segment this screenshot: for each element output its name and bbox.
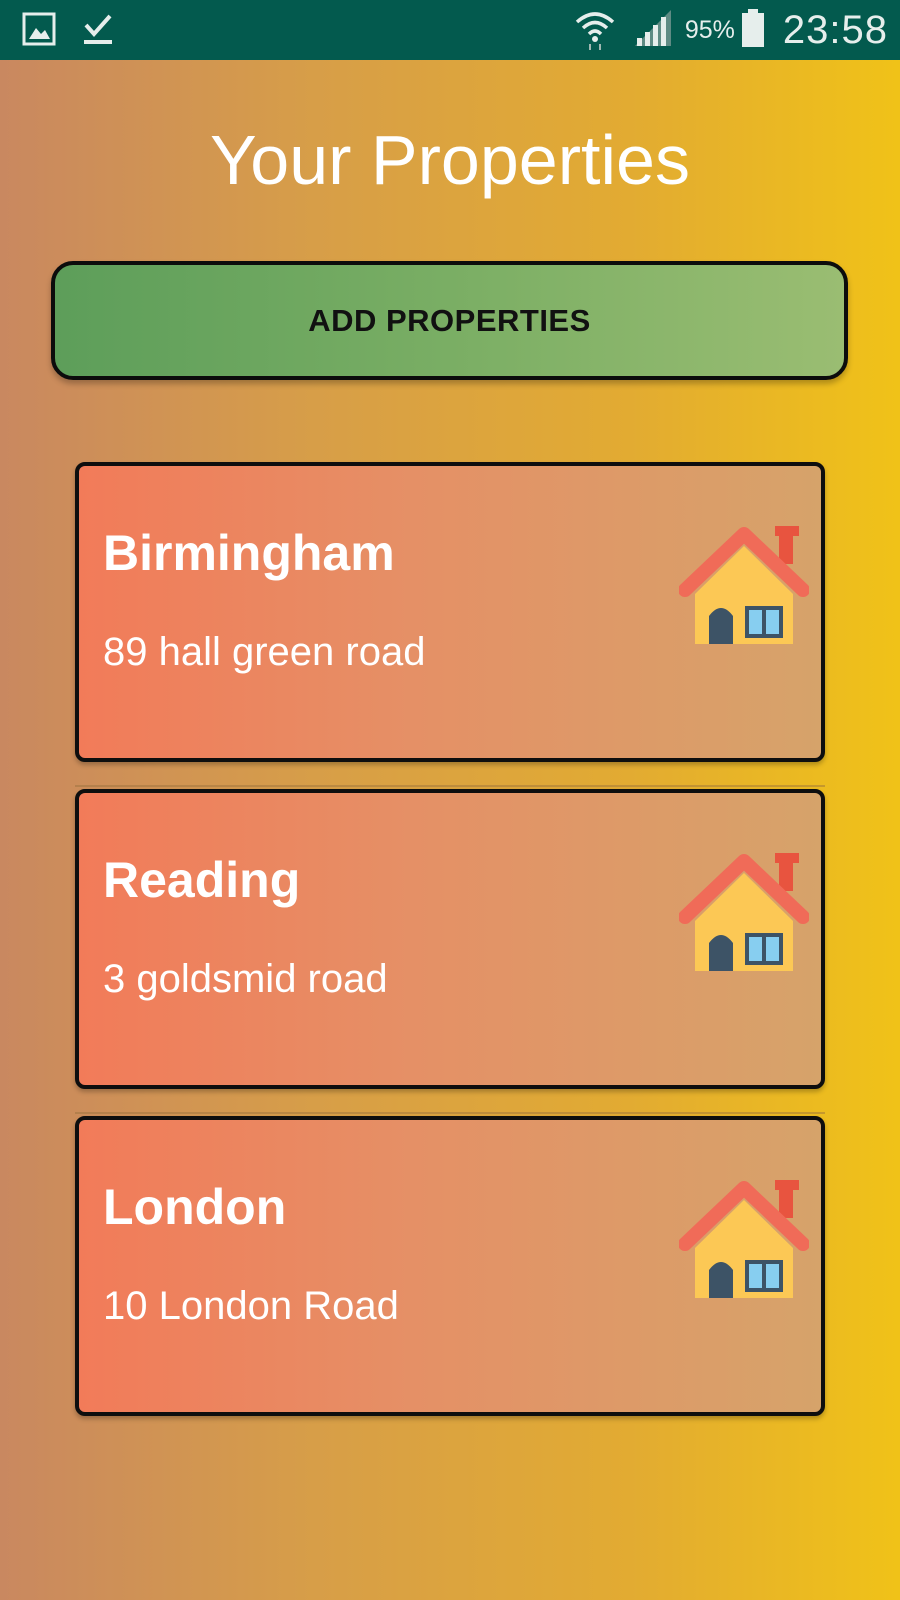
property-card[interactable]: Reading 3 goldsmid road: [75, 789, 825, 1089]
screen: 95% 23:58 Your Properties ADD PROPERTIES…: [0, 0, 900, 1600]
status-bar: 95% 23:58: [0, 0, 900, 60]
signal-icon: [633, 8, 673, 53]
battery-percent: 95%: [684, 15, 735, 44]
clock: 23:58: [782, 7, 888, 52]
house-icon: [678, 522, 810, 652]
property-city: Birmingham: [103, 525, 395, 581]
property-address: 3 goldsmid road: [103, 957, 388, 1001]
page-title: Your Properties: [210, 121, 690, 199]
property-city: Reading: [103, 852, 301, 908]
house-icon: [678, 1176, 810, 1306]
add-properties-button[interactable]: ADD PROPERTIES: [51, 261, 848, 380]
status-icons: 95% 23:58: [573, 0, 888, 60]
property-address: 89 hall green road: [103, 630, 426, 674]
card-divider: [75, 1112, 825, 1114]
card-divider: [75, 785, 825, 787]
house-icon: [678, 849, 810, 979]
property-card[interactable]: Birmingham 89 hall green road: [75, 462, 825, 762]
battery-icon: [741, 8, 765, 53]
property-card[interactable]: London 10 London Road: [75, 1116, 825, 1416]
wifi-icon: [573, 6, 617, 55]
check-download-icon: [82, 12, 114, 51]
gallery-icon: [22, 12, 56, 51]
property-address: 10 London Road: [103, 1284, 399, 1328]
property-city: London: [103, 1179, 287, 1235]
